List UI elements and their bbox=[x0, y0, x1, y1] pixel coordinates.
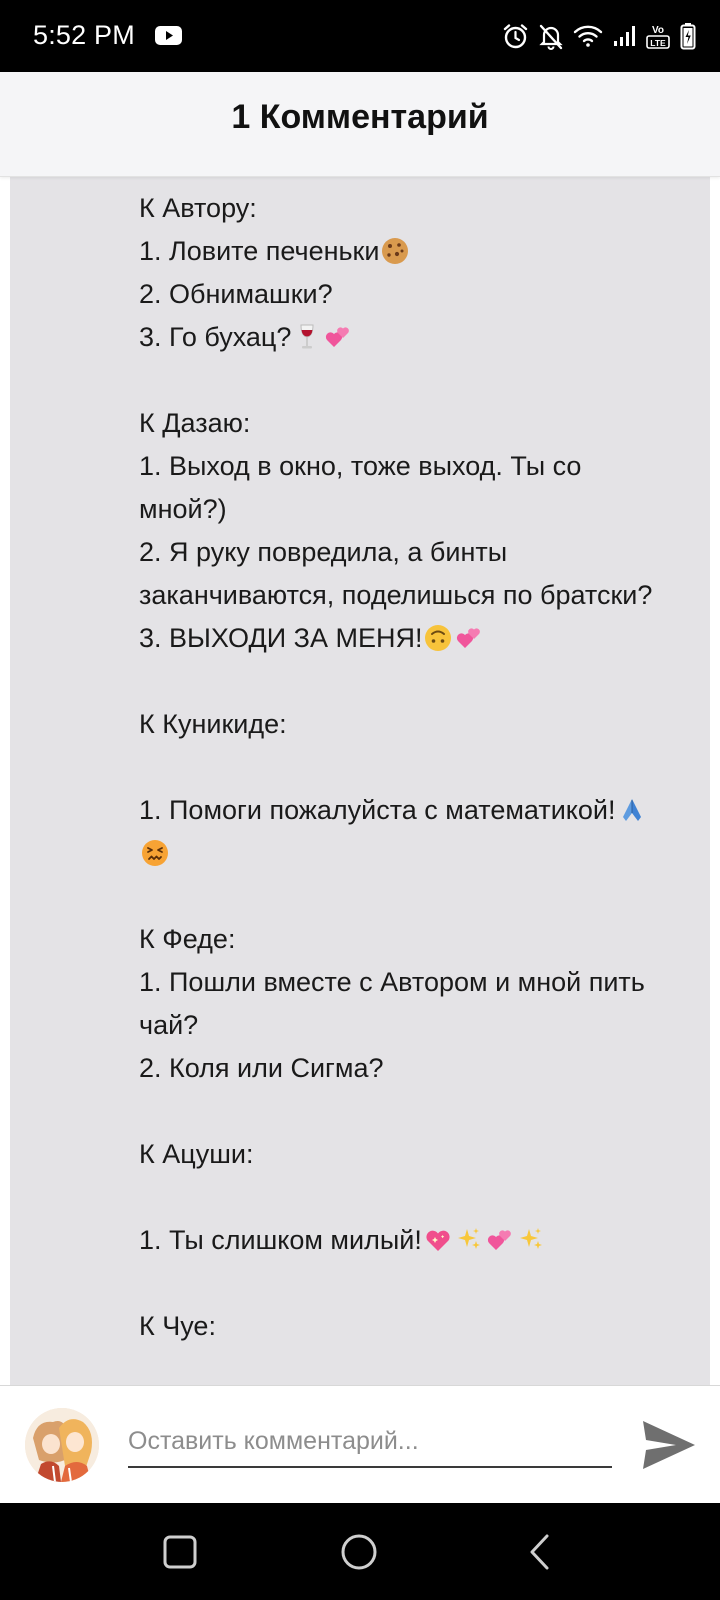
comments-list[interactable]: К Автору: 1. Ловите печеньки 2. Обнимашки?… bbox=[0, 176, 720, 1385]
mute-icon bbox=[539, 24, 563, 50]
comment-line: чай? bbox=[139, 1004, 699, 1047]
comment-line bbox=[139, 660, 699, 703]
comment-line-text: К Феде: bbox=[139, 924, 236, 954]
comment-line bbox=[139, 1262, 699, 1305]
upside-down-face-emoji-icon bbox=[425, 625, 452, 651]
comment-line: 2. Коля или Сигма? bbox=[139, 1047, 699, 1090]
comment-line-text: 1. Выход в окно, тоже выход. Ты со bbox=[139, 451, 582, 481]
home-icon[interactable] bbox=[338, 1531, 380, 1573]
comment-line-text: заканчиваются, поделишься по братски? bbox=[139, 580, 653, 610]
status-time: 5:52 PM bbox=[33, 20, 135, 50]
comment-line-text: чай? bbox=[139, 1010, 199, 1040]
comment-line: заканчиваются, поделишься по братски? bbox=[139, 574, 699, 617]
confounded-face-emoji-icon bbox=[142, 840, 168, 866]
avatar bbox=[25, 1408, 99, 1482]
two-hearts-emoji-icon bbox=[326, 327, 350, 347]
system-nav-bar bbox=[0, 1503, 720, 1600]
comment-line-text: 2. Обнимашки? bbox=[139, 279, 333, 309]
send-icon[interactable] bbox=[640, 1417, 698, 1473]
back-icon[interactable] bbox=[520, 1531, 562, 1573]
comment-line-text: К Чуе: bbox=[139, 1311, 216, 1341]
wifi-icon bbox=[573, 25, 603, 47]
comment-line: 1. Ты слишком милый! bbox=[139, 1219, 699, 1262]
svg-text:Vo: Vo bbox=[652, 25, 664, 36]
comment-line: К Куникиде: bbox=[139, 703, 699, 746]
page-title: 1 Комментарий bbox=[231, 98, 489, 136]
comment-input[interactable] bbox=[128, 1416, 612, 1468]
comment-line: 1. Выход в окно, тоже выход. Ты со bbox=[139, 445, 699, 488]
sparkles-emoji-icon bbox=[457, 1228, 480, 1249]
comment-line-text: 2. Я руку повредила, а бинты bbox=[139, 537, 508, 567]
comment-line-text: К Автору: bbox=[139, 193, 257, 223]
comment-line-text: К Дазаю: bbox=[139, 408, 251, 438]
comment-line: К Ацуши: bbox=[139, 1133, 699, 1176]
status-bar: 5:52 PM Vo LTE bbox=[0, 0, 720, 72]
comment-text: К Автору: 1. Ловите печеньки 2. Обнимашки?… bbox=[139, 187, 699, 1348]
two-hearts-emoji-icon bbox=[457, 628, 481, 648]
alarm-icon bbox=[503, 23, 528, 48]
comment-line: К Автору: bbox=[139, 187, 699, 230]
comments-header: 1 Комментарий bbox=[0, 72, 720, 177]
comment-line-text: 3. Го бухац? bbox=[139, 322, 292, 352]
comment-line-text: мной?) bbox=[139, 494, 227, 524]
comment-line-text: 1. Пошли вместе с Автором и мной пить bbox=[139, 967, 645, 997]
comment-line bbox=[139, 359, 699, 402]
comment-line: 1. Помоги пожалуйста с математикой! bbox=[139, 789, 699, 832]
comment-card: К Автору: 1. Ловите печеньки 2. Обнимашки?… bbox=[10, 176, 710, 1385]
wine-glass-emoji-icon bbox=[300, 324, 314, 349]
comment-line-text: 2. Коля или Сигма? bbox=[139, 1053, 384, 1083]
comment-line: мной?) bbox=[139, 488, 699, 531]
signal-icon bbox=[614, 26, 635, 46]
comment-line: 2. Обнимашки? bbox=[139, 273, 699, 316]
cookie-emoji-icon bbox=[382, 238, 409, 264]
comment-line-text: К Куникиде: bbox=[139, 709, 287, 739]
comment-line: К Феде: bbox=[139, 918, 699, 961]
comment-line: 1. Пошли вместе с Автором и мной пить bbox=[139, 961, 699, 1004]
comment-line: 2. Я руку повредила, а бинты bbox=[139, 531, 699, 574]
battery-icon bbox=[680, 23, 696, 50]
avatar-illustration bbox=[25, 1408, 99, 1482]
sparkling-heart-emoji-icon bbox=[426, 1230, 450, 1251]
comment-line bbox=[139, 875, 699, 918]
comment-line: 3. ВЫХОДИ ЗА МЕНЯ! bbox=[139, 617, 699, 660]
two-hearts-emoji-icon bbox=[487, 1230, 511, 1250]
comment-line-text: К Ацуши: bbox=[139, 1139, 254, 1169]
comment-line: К Чуе: bbox=[139, 1305, 699, 1348]
svg-text:LTE: LTE bbox=[650, 38, 666, 48]
comment-line bbox=[139, 746, 699, 789]
comment-line bbox=[139, 832, 699, 875]
comment-line: 1. Ловите печеньки bbox=[139, 230, 699, 273]
youtube-icon bbox=[155, 26, 182, 45]
folded-hands-emoji-icon bbox=[622, 799, 641, 821]
comment-line-text: 1. Помоги пожалуйста с математикой! bbox=[139, 795, 616, 825]
status-icons: Vo LTE bbox=[502, 20, 696, 52]
comment-line: 3. Го бухац? bbox=[139, 316, 699, 359]
comment-line-text: 3. ВЫХОДИ ЗА МЕНЯ! bbox=[139, 623, 423, 653]
comment-line-text: 1. Ловите печеньки bbox=[139, 236, 380, 266]
comment-input-bar bbox=[0, 1385, 720, 1504]
comment-line-text: 1. Ты слишком милый! bbox=[139, 1225, 422, 1255]
comment-line: К Дазаю: bbox=[139, 402, 699, 445]
volte-lte-icon: Vo LTE bbox=[646, 25, 670, 49]
sparkles-emoji-icon bbox=[519, 1228, 542, 1249]
comment-line bbox=[139, 1176, 699, 1219]
recent-apps-icon[interactable] bbox=[159, 1531, 201, 1573]
comment-line bbox=[139, 1090, 699, 1133]
